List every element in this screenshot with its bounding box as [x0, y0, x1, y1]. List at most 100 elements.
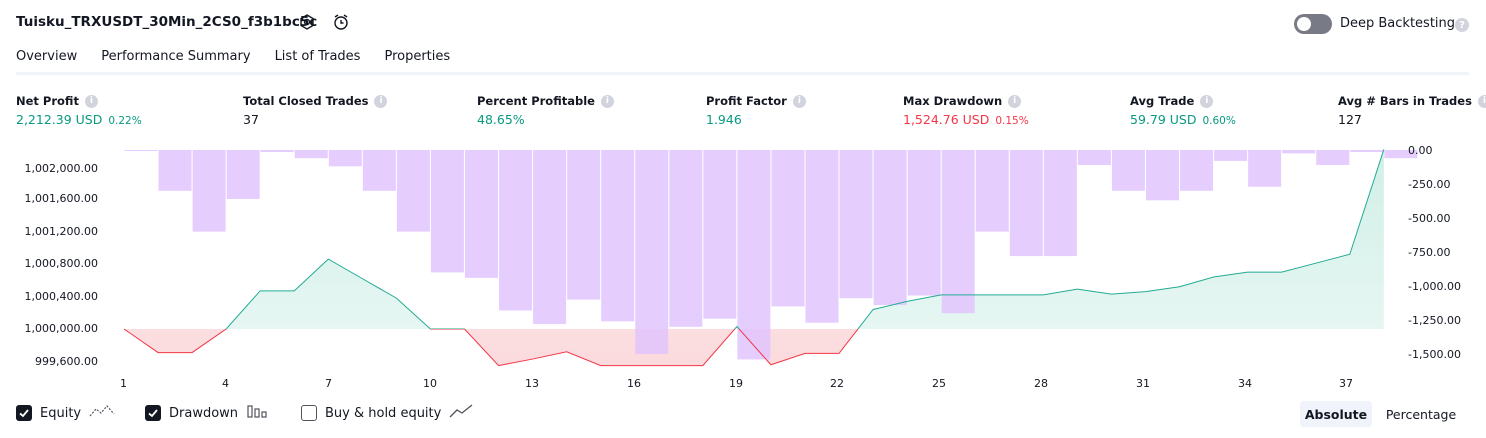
bar-chart-icon	[246, 404, 268, 422]
stat-value: 1.946	[706, 112, 742, 127]
drawdown-bar	[873, 150, 907, 306]
drawdown-bar	[703, 150, 737, 319]
help-glyph: ?	[1459, 19, 1465, 31]
x-tick: 22	[830, 377, 844, 390]
stat-value: 127	[1338, 112, 1362, 127]
stat-percent-profitable: Percent Profitable i 48.65%	[477, 94, 614, 127]
drawdown-bar	[328, 150, 362, 167]
stat-label: Avg # Bars in Trades	[1338, 94, 1472, 108]
tab-properties[interactable]: Properties	[384, 47, 450, 75]
info-icon[interactable]: i	[792, 94, 806, 108]
strategy-title: Tuisku_TRXUSDT_30Min_2CS0_f3b1bc5c	[16, 14, 318, 30]
info-icon[interactable]: i	[1008, 94, 1022, 108]
deep-backtesting-toggle[interactable]	[1294, 14, 1332, 34]
checkbox-checked-icon[interactable]	[16, 405, 32, 421]
drawdown-bar	[1180, 150, 1214, 191]
drawdown-bar	[192, 150, 226, 232]
y-left-tick: 1,000,800.00	[24, 257, 98, 270]
x-tick: 4	[222, 377, 229, 390]
info-icon[interactable]: i	[84, 94, 98, 108]
y-right-tick: -1,500.00	[1408, 348, 1461, 361]
drawdown-bar	[396, 150, 430, 232]
equity-drawdown-chart[interactable]	[0, 140, 1486, 395]
drawdown-bar	[430, 150, 464, 273]
drawdown-bar	[1350, 150, 1384, 153]
stat-avg-bars: Avg # Bars in Trades i 127	[1338, 94, 1486, 127]
drawdown-bar	[941, 150, 975, 314]
drawdown-bar	[226, 150, 260, 199]
y-left-tick: 1,000,000.00	[24, 322, 98, 335]
stat-percent: 0.60%	[1202, 115, 1236, 127]
drawdown-bar	[1043, 150, 1077, 257]
y-right-tick: -500.00	[1408, 212, 1451, 225]
drawdown-bar	[1146, 150, 1179, 201]
trend-line-icon	[449, 404, 473, 422]
tab-overview[interactable]: Overview	[16, 47, 78, 75]
drawdown-bar	[771, 150, 805, 307]
drawdown-bar	[1009, 150, 1043, 257]
x-tick: 28	[1034, 377, 1048, 390]
legend-buy-hold[interactable]: Buy & hold equity	[301, 404, 473, 422]
legend-drawdown[interactable]: Drawdown	[145, 404, 268, 422]
legend-label: Buy & hold equity	[325, 405, 442, 421]
drawdown-bar	[669, 150, 703, 327]
drawdown-bar	[294, 150, 328, 159]
equity-line-icon	[89, 404, 115, 422]
x-tick: 13	[525, 377, 539, 390]
y-right-tick: -1,000.00	[1408, 280, 1461, 293]
settings-icon[interactable]	[298, 13, 316, 31]
stat-avg-trade: Avg Trade i 59.79 USD 0.60%	[1130, 94, 1236, 127]
tab-performance-summary[interactable]: Performance Summary	[101, 47, 250, 75]
x-tick: 37	[1339, 377, 1353, 390]
tab-list-of-trades[interactable]: List of Trades	[275, 47, 361, 75]
stat-value: 1,524.76 USD	[903, 112, 990, 127]
drawdown-bar	[1111, 150, 1145, 191]
stat-label: Percent Profitable	[477, 94, 595, 108]
absolute-button[interactable]: Absolute	[1300, 401, 1372, 427]
percentage-button[interactable]: Percentage	[1378, 401, 1464, 427]
legend-label: Equity	[40, 405, 82, 421]
x-tick: 1	[120, 377, 127, 390]
y-left-tick: 1,000,400.00	[24, 290, 98, 303]
drawdown-bar	[805, 150, 839, 323]
toggle-knob	[1297, 17, 1311, 31]
checkbox-checked-icon[interactable]	[145, 405, 161, 421]
info-icon[interactable]: i	[1477, 94, 1486, 108]
y-right-tick: -1,250.00	[1408, 314, 1461, 327]
drawdown-bar	[975, 150, 1009, 232]
y-left-tick: 1,002,000.00	[24, 162, 98, 175]
help-icon[interactable]: ?	[1455, 18, 1469, 32]
checkbox-unchecked-icon[interactable]	[301, 405, 317, 421]
stat-value: 48.65%	[477, 112, 525, 127]
stat-percent: 0.15%	[995, 115, 1029, 127]
stat-value: 37	[243, 112, 259, 127]
x-tick: 19	[729, 377, 743, 390]
drawdown-bar	[533, 150, 567, 325]
drawdown-bar	[260, 150, 294, 153]
info-icon[interactable]: i	[600, 94, 614, 108]
drawdown-bar	[839, 150, 873, 299]
drawdown-bar	[362, 150, 396, 191]
legend-label: Drawdown	[169, 405, 239, 421]
alarm-clock-icon[interactable]	[332, 13, 350, 31]
stat-max-drawdown: Max Drawdown i 1,524.76 USD 0.15%	[903, 94, 1029, 127]
x-tick: 34	[1238, 377, 1252, 390]
stat-net-profit: Net Profit i 2,212.39 USD 0.22%	[16, 94, 142, 127]
stat-percent: 0.22%	[108, 115, 142, 127]
stat-value: 2,212.39 USD	[16, 112, 103, 127]
tab-divider	[16, 72, 1469, 75]
info-icon[interactable]: i	[374, 94, 388, 108]
info-icon[interactable]: i	[1200, 94, 1214, 108]
stat-label: Total Closed Trades	[243, 94, 369, 108]
y-right-tick: -750.00	[1408, 246, 1451, 259]
legend-equity[interactable]: Equity	[16, 404, 115, 422]
x-tick: 7	[325, 377, 332, 390]
stat-value: 59.79 USD	[1130, 112, 1197, 127]
deep-backtesting-label: Deep Backtesting	[1340, 16, 1456, 31]
y-left-tick: 1,001,600.00	[24, 192, 98, 205]
drawdown-bar	[1077, 150, 1111, 165]
drawdown-bar	[635, 150, 669, 354]
drawdown-bar	[1248, 150, 1282, 187]
drawdown-bar	[124, 150, 158, 151]
x-tick: 16	[627, 377, 641, 390]
